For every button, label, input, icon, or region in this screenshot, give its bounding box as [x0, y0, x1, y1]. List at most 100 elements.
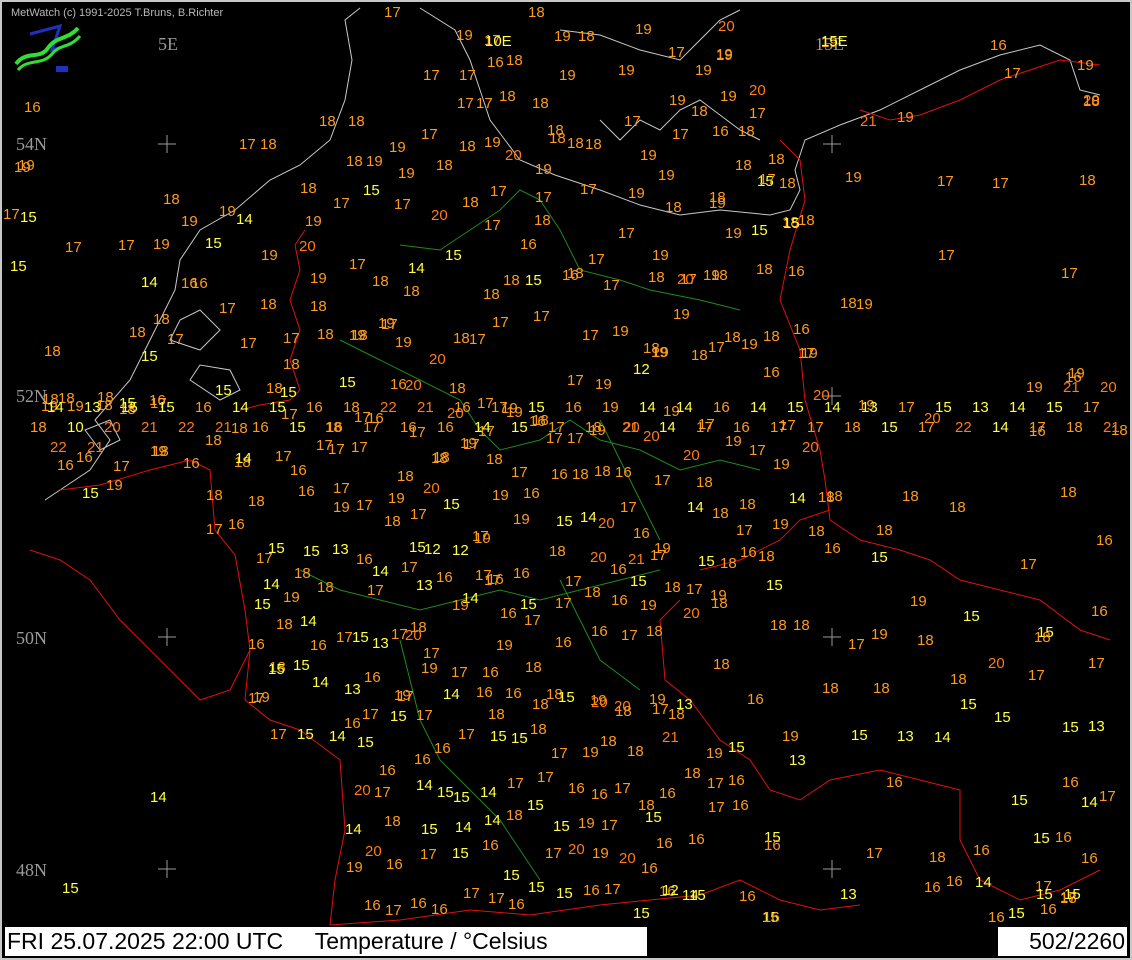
station-temperature: 20: [431, 207, 448, 224]
lon-label-5e: 5E: [158, 34, 178, 54]
station-temperature: 18: [793, 617, 810, 634]
station-temperature: 22: [50, 439, 67, 456]
station-temperature: 19: [484, 134, 501, 151]
station-temperature: 17: [401, 559, 418, 576]
station-temperature: 15: [490, 728, 507, 745]
station-temperature: 16: [946, 873, 963, 890]
station-temperature: 18: [627, 743, 644, 760]
station-temperature: 18: [506, 52, 523, 69]
station-temperature: 14: [150, 789, 167, 806]
station-temperature: 17: [707, 775, 724, 792]
station-temperature: 19: [395, 334, 412, 351]
station-temperature: 13: [897, 728, 914, 745]
station-temperature: 18: [503, 272, 520, 289]
station-temperature: 14: [480, 784, 497, 801]
station-temperature: 17: [459, 67, 476, 84]
station-temperature: 16: [656, 835, 673, 852]
station-temperature: 19: [871, 626, 888, 643]
station-temperature: 19: [709, 195, 726, 212]
station-temperature: 18: [1060, 484, 1077, 501]
station-temperature: 16: [505, 685, 522, 702]
station-temperature: 16: [712, 123, 729, 140]
station-temperature: 15: [1036, 886, 1053, 903]
station-temperature: 17: [472, 528, 489, 545]
station-temperature: 17: [394, 196, 411, 213]
station-temperature: 17: [1004, 65, 1021, 82]
station-temperature: 15: [443, 496, 460, 513]
station-temperature: 20: [505, 147, 522, 164]
station-temperature: 16: [788, 263, 805, 280]
station-temperature: 17: [475, 567, 492, 584]
station-temperature: 16: [988, 909, 1005, 926]
station-temperature: 18: [711, 595, 728, 612]
station-temperature: 17: [469, 331, 486, 348]
station-temperature: 18: [724, 329, 741, 346]
station-temperature: 18: [317, 326, 334, 343]
station-temperature: 18: [756, 261, 773, 278]
station-temperature: 18: [453, 330, 470, 347]
station-temperature: 20: [299, 238, 316, 255]
station-temperature: 14: [789, 490, 806, 507]
station-temperature: 18: [206, 487, 223, 504]
station-temperature: 17: [654, 472, 671, 489]
station-temperature: 14: [580, 509, 597, 526]
station-temperature: 17: [363, 419, 380, 436]
station-temperature: 17: [624, 113, 641, 130]
station-temperature: 16: [610, 561, 627, 578]
station-temperature: 18: [735, 157, 752, 174]
station-temperature: 15: [303, 543, 320, 560]
station-temperature: 17: [604, 881, 621, 898]
station-temperature: 18: [665, 199, 682, 216]
station-temperature: 19: [652, 247, 669, 264]
station-temperature: 16: [924, 879, 941, 896]
station-temperature: 19: [333, 499, 350, 516]
station-temperature: 13: [972, 399, 989, 416]
station-temperature: 19: [652, 344, 669, 361]
station-temperature: 19: [388, 490, 405, 507]
station-temperature: 19: [592, 845, 609, 862]
station-temperature: 16: [1040, 901, 1057, 918]
station-temperature: 18: [664, 579, 681, 596]
station-temperature: 19: [640, 147, 657, 164]
station-temperature: 15: [630, 573, 647, 590]
station-temperature: 18: [808, 523, 825, 540]
station-temperature: 10E: [485, 33, 512, 50]
station-temperature: 20: [598, 515, 615, 532]
station-temperature: 19: [897, 109, 914, 126]
station-temperature: 21: [1103, 419, 1120, 436]
station-temperature: 19: [559, 67, 576, 84]
station-temperature: 22: [178, 419, 195, 436]
station-temperature: 17: [668, 44, 685, 61]
station-temperature: 16: [641, 860, 658, 877]
station-temperature: 19: [628, 185, 645, 202]
station-temperature: 15: [268, 661, 285, 678]
station-temperature: 14: [236, 211, 253, 228]
station-temperature: 16: [326, 419, 343, 436]
station-temperature: 16: [191, 275, 208, 292]
station-temperature: 15: [963, 608, 980, 625]
station-temperature: 18: [384, 813, 401, 830]
station-temperature: 19: [782, 728, 799, 745]
station-temperature: 17: [167, 331, 184, 348]
station-temperature: 17: [1061, 265, 1078, 282]
station-temperature: 20: [683, 605, 700, 622]
station-temperature: 15: [558, 689, 575, 706]
station-temperature: 17: [451, 664, 468, 681]
station-temperature: 18: [319, 113, 336, 130]
station-temperature: 16: [1091, 603, 1108, 620]
station-temperature: 16: [410, 895, 427, 912]
station-temperature: 18: [525, 659, 542, 676]
station-temperature: 19: [856, 296, 873, 313]
station-temperature: 16: [290, 462, 307, 479]
station-temperature: 16: [739, 888, 756, 905]
station-temperature: 15: [960, 696, 977, 713]
station-temperature: 18: [294, 565, 311, 582]
station-temperature: 17: [507, 775, 524, 792]
station-temperature: 14: [687, 499, 704, 516]
station-temperature: 15: [528, 879, 545, 896]
station-temperature: 17: [476, 95, 493, 112]
station-temperature: 18: [585, 419, 602, 436]
station-temperature: 16: [886, 774, 903, 791]
station-temperature: 17: [650, 547, 667, 564]
station-temperature: 17: [937, 173, 954, 190]
